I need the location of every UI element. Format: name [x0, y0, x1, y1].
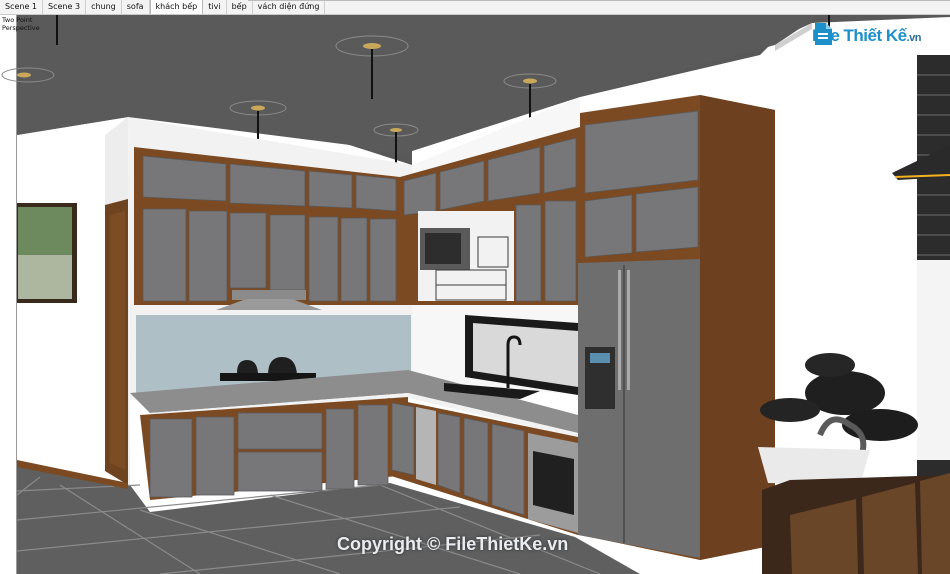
tab-bar-divider — [248, 0, 950, 1]
range-hood — [232, 290, 306, 300]
scene-tab-bar: Scene 1 Scene 3 chung sofa khách bếp tiv… — [0, 0, 950, 15]
tab-chung[interactable]: chung — [86, 0, 122, 14]
kitchen-scene — [1, 15, 950, 574]
logo-icon — [815, 23, 832, 45]
viewport-edge — [16, 15, 17, 574]
tab-bep[interactable]: bếp — [226, 0, 253, 14]
tab-tivi[interactable]: tivi — [203, 0, 227, 14]
model-viewport[interactable]: Two Point Perspective File Thiết Kế.vn C… — [0, 15, 950, 574]
tab-scene-3[interactable]: Scene 3 — [43, 0, 87, 14]
tab-sofa[interactable]: sofa — [121, 0, 150, 14]
tab-khach-bep[interactable]: khách bếp — [149, 0, 204, 14]
copyright-watermark: Copyright © FileThietKe.vn — [337, 534, 569, 554]
watermark-logo: File Thiết Kế.vn — [812, 21, 921, 51]
dishwasher — [416, 407, 436, 485]
tab-scene-1[interactable]: Scene 1 — [0, 0, 44, 14]
tab-vach-dien-dung[interactable]: vách diện đứng — [252, 0, 326, 14]
camera-mode-label: Two Point Perspective — [2, 16, 40, 32]
